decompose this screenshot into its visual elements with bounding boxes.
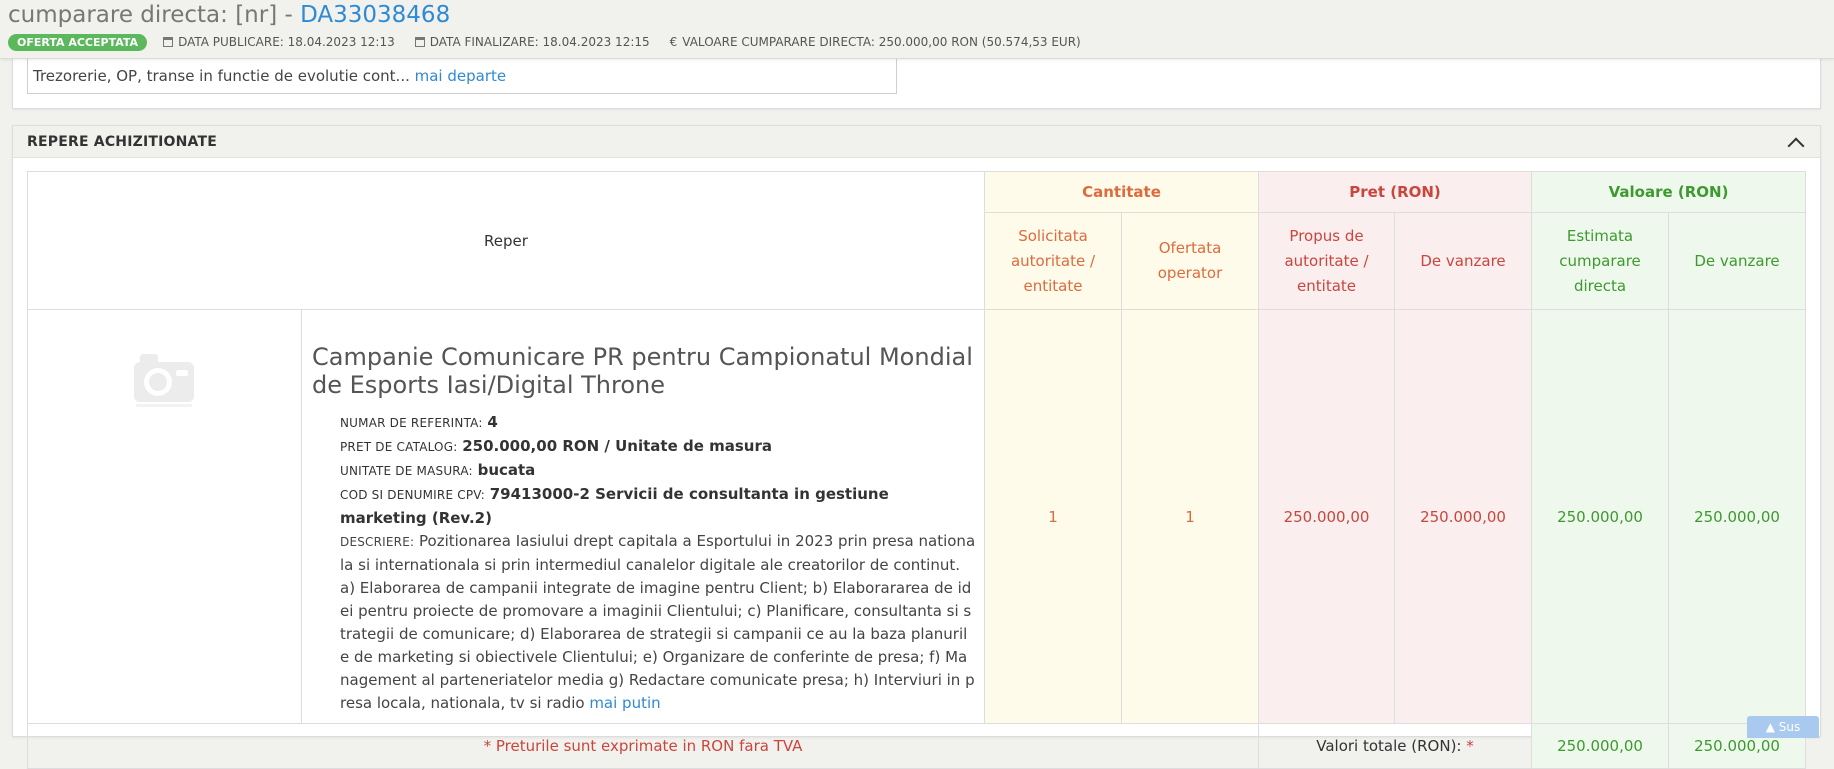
totals-label: Valori totale (RON): * bbox=[1258, 723, 1533, 769]
totals-row: * Preturile sunt exprimate in RON fara T… bbox=[26, 723, 1807, 769]
price-sale: 250.000,00 bbox=[1394, 309, 1533, 724]
vat-note: * Preturile sunt exprimate in RON fara T… bbox=[26, 723, 1260, 769]
col-header-reper: Reper bbox=[27, 171, 985, 310]
euro-icon: € bbox=[669, 35, 678, 49]
col-header-pret-vanzare: De vanzare bbox=[1394, 212, 1533, 310]
product-attributes: NUMAR DE REFERINTA: 4 PRET DE CATALOG: 2… bbox=[340, 411, 976, 715]
chevron-up-icon[interactable] bbox=[1787, 137, 1805, 155]
col-header-estimata: Estimata cumparare directa bbox=[1531, 212, 1670, 310]
calendar-icon bbox=[163, 37, 174, 47]
price-proposed: 250.000,00 bbox=[1258, 309, 1396, 724]
reference-number: 4 bbox=[487, 413, 498, 431]
value-sale: 250.000,00 bbox=[1668, 309, 1807, 724]
col-header-solicitata: Solicitata autoritate / entitate bbox=[984, 212, 1122, 310]
col-header-propus: Propus de autoritate / entitate bbox=[1258, 212, 1396, 310]
unit-of-measure: bucata bbox=[477, 461, 536, 479]
product-image-cell bbox=[27, 309, 302, 724]
repere-panel: REPERE ACHIZITIONATE Reper Cantitate Pre… bbox=[12, 125, 1821, 769]
show-less-link[interactable]: mai putin bbox=[589, 694, 660, 712]
header-meta: OFERTA ACCEPTATA DATA PUBLICARE: 18.04.2… bbox=[8, 31, 1081, 53]
read-more-link[interactable]: mai departe bbox=[415, 67, 506, 85]
product-title: Campanie Comunicare PR pentru Campionatu… bbox=[312, 343, 973, 399]
qty-offered: 1 bbox=[1120, 309, 1260, 724]
total-estimated: 250.000,00 bbox=[1531, 723, 1670, 769]
product-description-cell: Campanie Comunicare PR pentru Campionatu… bbox=[301, 309, 985, 724]
page-title: cumparare directa: [nr] - DA33038468 bbox=[8, 2, 451, 28]
table-row: Campanie Comunicare PR pentru Campionatu… bbox=[27, 309, 1807, 724]
calendar-icon bbox=[414, 37, 425, 47]
camera-icon bbox=[134, 354, 194, 407]
status-badge: OFERTA ACCEPTATA bbox=[8, 33, 148, 51]
estimated-value: € VALOARE CUMPARARE DIRECTA: 250.000,00 … bbox=[669, 35, 1081, 49]
qty-requested: 1 bbox=[984, 309, 1122, 724]
finalize-date: DATA FINALIZARE: 18.04.2023 12:15 bbox=[414, 35, 650, 49]
col-header-val-vanzare: De vanzare bbox=[1668, 212, 1807, 310]
procedure-code: DA33038468 bbox=[300, 2, 451, 28]
catalog-price: 250.000,00 RON / Unitate de masura bbox=[462, 437, 772, 455]
publish-date: DATA PUBLICARE: 18.04.2023 12:13 bbox=[163, 35, 395, 49]
repere-table: Reper Cantitate Pret (RON) Valoare (RON)… bbox=[26, 171, 1807, 769]
page-header: cumparare directa: [nr] - DA33038468 OFE… bbox=[0, 0, 1834, 59]
col-header-ofertata: Ofertata operator bbox=[1120, 212, 1260, 310]
repere-panel-header[interactable]: REPERE ACHIZITIONATE bbox=[13, 126, 1820, 158]
repere-panel-title: REPERE ACHIZITIONATE bbox=[27, 134, 218, 150]
product-description: DESCRIERE: Pozitionarea Iasiului drept c… bbox=[340, 532, 976, 712]
value-estimated: 250.000,00 bbox=[1531, 309, 1670, 724]
col-group-pret: Pret (RON) bbox=[1258, 171, 1533, 213]
col-group-cantitate: Cantitate bbox=[983, 171, 1260, 213]
payment-info-box: Trezorerie, OP, transe in functie de evo… bbox=[27, 58, 897, 94]
col-group-valoare: Valoare (RON) bbox=[1531, 171, 1807, 213]
